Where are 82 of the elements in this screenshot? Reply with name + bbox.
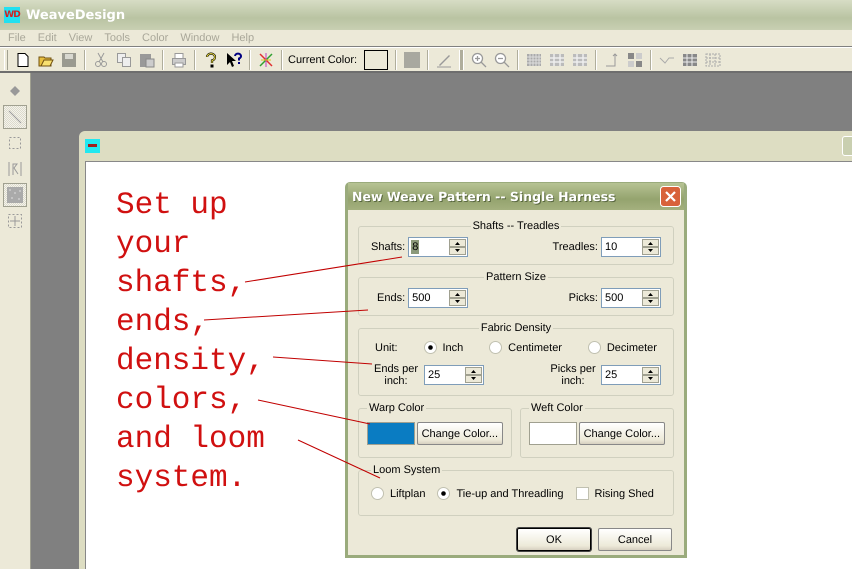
field-label: Picks: [568, 292, 598, 304]
app-icon: WD [4, 7, 20, 23]
option-label: Decimeter [606, 342, 657, 354]
group-title: Shafts -- Treadles [472, 220, 560, 232]
pattern-icon[interactable] [627, 52, 644, 68]
change-color-button[interactable]: Change Color... [416, 422, 503, 445]
current-color-label: Current Color: [288, 54, 358, 66]
option-label: Centimeter [508, 342, 562, 354]
spinner-buttons[interactable] [642, 239, 659, 255]
number-field[interactable]: 500 [601, 288, 661, 308]
line-icon [7, 109, 23, 125]
annotation-text: shafts, [116, 265, 246, 303]
crossed-lines-icon[interactable] [258, 52, 274, 68]
option-label: Liftplan [390, 488, 426, 500]
zoom-out-icon[interactable] [494, 52, 510, 68]
group-title: Fabric Density [480, 322, 552, 334]
number-field[interactable]: 500 [408, 288, 468, 308]
save-icon[interactable] [61, 52, 77, 68]
radio-button[interactable] [437, 487, 450, 500]
field-label: Treadles: [552, 241, 598, 253]
radio-button[interactable] [424, 341, 436, 354]
new-file-icon[interactable] [15, 52, 31, 68]
dialog-button[interactable]: Cancel [598, 528, 672, 551]
dialog-title: New Weave Pattern -- Single Harness [352, 189, 616, 204]
field-label: Picks per inch: [549, 363, 597, 387]
zoom-in-icon[interactable] [471, 52, 488, 68]
grid-icon[interactable] [572, 52, 588, 68]
number-field[interactable]: 10 [601, 237, 661, 257]
annotation-text: density, [116, 343, 265, 381]
radio-button[interactable] [588, 341, 601, 354]
radio-button[interactable] [489, 341, 502, 354]
context-help-icon[interactable] [226, 52, 242, 68]
group-title: Loom System [372, 464, 442, 476]
fill-icon [7, 187, 23, 203]
spinner-buttons[interactable] [449, 290, 466, 306]
move-icon [7, 213, 23, 229]
spinner-buttons[interactable] [449, 239, 466, 255]
current-color-swatch[interactable] [364, 50, 388, 70]
change-color-button[interactable]: Change Color... [578, 422, 665, 445]
close-button[interactable] [660, 186, 681, 207]
option-label: Tie-up and Threadling [456, 488, 564, 500]
field-label: Shafts: [371, 241, 406, 253]
grid-icon[interactable] [526, 52, 542, 68]
grid-icon[interactable] [682, 52, 698, 68]
toolbar-grip [459, 50, 464, 70]
option-label: Inch [442, 342, 464, 354]
option-label: Rising Shed [594, 488, 654, 500]
annotation-text: ends, [116, 304, 210, 342]
printer-icon[interactable] [171, 52, 187, 68]
window-title: WeaveDesign [26, 8, 126, 22]
group-title: Weft Color [530, 402, 584, 414]
document-icon [85, 139, 100, 153]
square-icon[interactable] [404, 52, 420, 68]
paste-icon[interactable] [139, 52, 155, 68]
checkbox[interactable] [576, 487, 588, 500]
tool-button[interactable] [3, 105, 27, 129]
annotation-text: system. [116, 460, 246, 498]
grid-icon[interactable] [549, 52, 566, 68]
annotation-text: Set up [116, 187, 228, 225]
field-label: Ends: [377, 292, 406, 304]
annotation-text: colors, [116, 382, 246, 420]
dialog-button[interactable]: OK [517, 528, 591, 551]
group-title: Pattern Size [485, 271, 547, 283]
annotation-text: and loom [116, 421, 265, 459]
radio-button[interactable] [371, 487, 384, 500]
field-label: Unit: [375, 342, 398, 354]
field-label: Ends per inch: [372, 363, 420, 387]
cut-icon[interactable] [93, 52, 109, 68]
selection-icon [7, 135, 23, 151]
spinner-buttons[interactable] [642, 290, 659, 306]
number-field[interactable]: 25 [424, 365, 484, 385]
spinner-buttons[interactable] [465, 367, 482, 383]
tool-button[interactable] [3, 183, 27, 207]
group-title: Warp Color [368, 402, 426, 414]
copy-icon[interactable] [116, 52, 132, 68]
help-icon[interactable] [203, 52, 219, 68]
number-field[interactable]: 25 [601, 365, 661, 385]
spinner-buttons[interactable] [642, 367, 659, 383]
annotation-text: your [116, 226, 190, 264]
number-field[interactable]: 8 [408, 237, 468, 257]
bracket-icon [7, 161, 23, 177]
dotted-grid-icon[interactable] [705, 52, 722, 68]
